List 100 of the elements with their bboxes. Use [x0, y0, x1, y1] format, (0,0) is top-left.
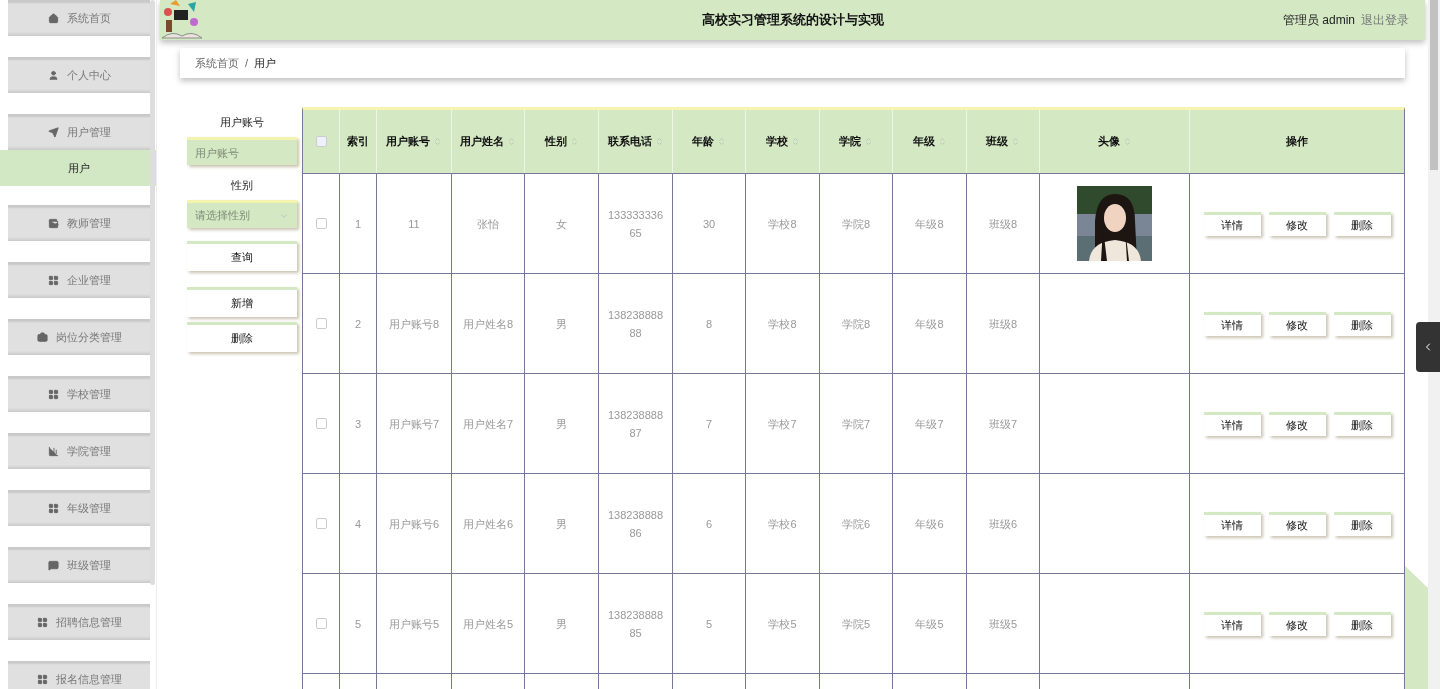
row-action-button[interactable]: 详情: [1203, 511, 1261, 536]
sidebar-item[interactable]: 学院管理: [8, 433, 150, 469]
table-cell: 4: [340, 474, 377, 573]
table-cell: 年级7: [893, 374, 967, 473]
row-action-button[interactable]: 详情: [1203, 611, 1261, 636]
checkbox[interactable]: [315, 218, 327, 229]
action-button[interactable]: 新增: [187, 287, 297, 317]
checkbox[interactable]: [315, 318, 327, 329]
search-button[interactable]: 查询: [187, 241, 297, 271]
sidebar-item[interactable]: 报名信息管理: [8, 661, 150, 689]
grid-icon: [47, 502, 59, 514]
sidebar-item[interactable]: 岗位分类管理: [8, 319, 150, 355]
breadcrumb-link[interactable]: 系统首页: [195, 55, 239, 71]
user-name: 管理员 admin: [1282, 11, 1355, 29]
checkbox[interactable]: [315, 418, 327, 429]
sort-icon[interactable]: [717, 137, 726, 146]
column-header[interactable]: 联系电话: [599, 110, 673, 173]
table-cell: 班级5: [967, 574, 1040, 673]
table-cell: 班级6: [967, 474, 1040, 573]
scrollbar[interactable]: [1428, 0, 1440, 689]
sidebar-item[interactable]: 用户管理: [8, 114, 150, 150]
sort-icon[interactable]: [507, 137, 516, 146]
sort-icon[interactable]: [1011, 137, 1020, 146]
sidebar-item[interactable]: 个人中心: [8, 57, 150, 93]
table-cell: 13333333665: [599, 174, 673, 273]
table-cell: 用户账号5: [377, 574, 452, 673]
sidebar-item[interactable]: 班级管理: [8, 547, 150, 583]
checkbox[interactable]: [315, 618, 327, 629]
column-header[interactable]: 班级: [967, 110, 1040, 173]
row-action-button[interactable]: 删除: [1333, 311, 1391, 336]
input-field[interactable]: 用户账号: [187, 137, 297, 165]
table-cell: 11: [377, 174, 452, 273]
table-cell: 13823888888: [599, 274, 673, 373]
logout-link[interactable]: 退出登录: [1361, 11, 1409, 29]
table-cell: 用户姓名7: [452, 374, 525, 473]
side-panel-toggle[interactable]: [1416, 322, 1440, 372]
table-cell: 学校8: [746, 274, 820, 373]
row-action-button[interactable]: 删除: [1333, 611, 1391, 636]
column-header[interactable]: 性别: [525, 110, 599, 173]
column-header[interactable]: 学院: [820, 110, 893, 173]
table-cell: 3: [340, 374, 377, 473]
sidebar-item[interactable]: 教师管理: [8, 205, 150, 241]
sort-icon[interactable]: [1122, 137, 1132, 146]
sort-icon[interactable]: [790, 137, 800, 146]
table-cell: 13823888885: [599, 574, 673, 673]
paper-plane-icon: [47, 126, 59, 138]
filter-label: 用户账号: [220, 115, 264, 130]
sidebar-item[interactable]: 系统首页: [8, 0, 150, 36]
table-cell: 班级8: [967, 274, 1040, 373]
column-header[interactable]: 头像: [1040, 110, 1190, 173]
scrollbar[interactable]: [150, 0, 155, 585]
column-header[interactable]: 年龄: [673, 110, 746, 173]
row-action-button[interactable]: 修改: [1268, 311, 1326, 336]
sidebar-subitem[interactable]: 用户: [0, 150, 156, 186]
column-header: 索引: [340, 110, 377, 173]
table-cell: 年级6: [893, 474, 967, 573]
row-action-button[interactable]: 修改: [1268, 611, 1326, 636]
row-action-button[interactable]: 修改: [1268, 211, 1326, 236]
table-cell: 2: [340, 274, 377, 373]
home-icon: [47, 12, 59, 24]
sort-icon[interactable]: [864, 137, 873, 146]
row-action-button[interactable]: 删除: [1333, 411, 1391, 436]
sort-icon[interactable]: [433, 137, 442, 146]
row-action-button[interactable]: 修改: [1268, 511, 1326, 536]
table-cell: 年级8: [893, 174, 967, 273]
table-cell: 用户姓名5: [452, 574, 525, 673]
table-cell: 学院7: [820, 374, 893, 473]
column-header[interactable]: 学校: [746, 110, 820, 173]
column-header[interactable]: 年级: [893, 110, 967, 173]
sort-icon[interactable]: [654, 137, 664, 146]
briefcase-icon: [36, 331, 48, 343]
sidebar-item[interactable]: 企业管理: [8, 262, 150, 298]
table-cell: 学院8: [820, 174, 893, 273]
sidebar-item[interactable]: 招聘信息管理: [8, 604, 150, 640]
table-cell: 张怡: [452, 174, 525, 273]
table-cell: 男: [525, 374, 599, 473]
table-cell: 用户姓名6: [452, 474, 525, 573]
message-icon: [47, 559, 59, 571]
column-header[interactable]: 用户账号: [377, 110, 452, 173]
sidebar-item[interactable]: 学校管理: [8, 376, 150, 412]
grid-icon: [47, 274, 59, 286]
row-action-button[interactable]: 删除: [1333, 511, 1391, 536]
table-cell: 男: [525, 274, 599, 373]
sort-icon[interactable]: [937, 137, 947, 146]
table-cell: 男: [525, 574, 599, 673]
checkbox[interactable]: [315, 136, 327, 147]
filter-label: 性别: [231, 178, 253, 193]
row-action-button[interactable]: 详情: [1203, 311, 1261, 336]
breadcrumb-link[interactable]: 用户: [254, 55, 277, 71]
row-action-button[interactable]: 删除: [1333, 211, 1391, 236]
column-header[interactable]: 用户姓名: [452, 110, 525, 173]
sort-icon[interactable]: [569, 137, 579, 146]
sidebar-item[interactable]: 年级管理: [8, 490, 150, 526]
table-cell: 7: [673, 374, 746, 473]
action-button[interactable]: 删除: [187, 322, 297, 352]
row-action-button[interactable]: 修改: [1268, 411, 1326, 436]
user-icon: [47, 69, 59, 81]
row-action-button[interactable]: 详情: [1203, 411, 1261, 436]
checkbox[interactable]: [315, 518, 327, 529]
row-action-button[interactable]: 详情: [1203, 211, 1261, 236]
